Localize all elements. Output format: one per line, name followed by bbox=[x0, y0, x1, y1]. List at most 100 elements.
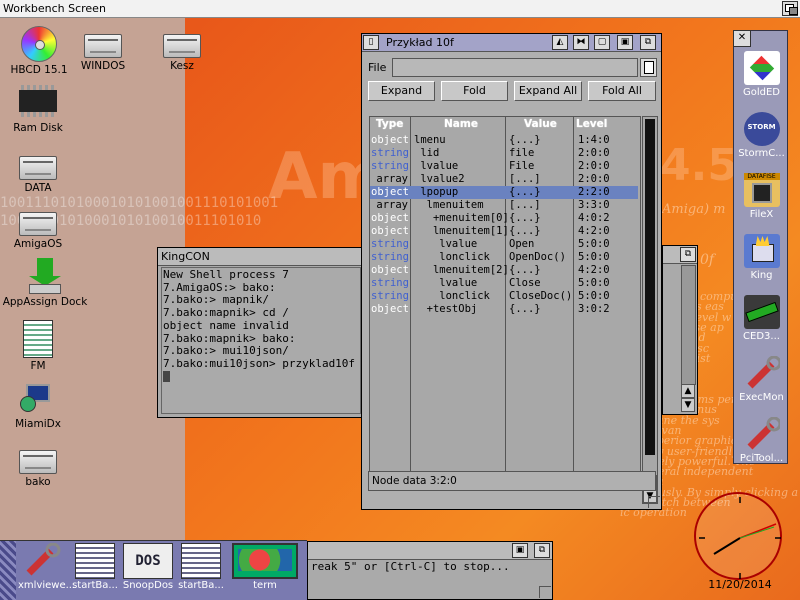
expand-button[interactable]: Expand bbox=[368, 81, 435, 101]
tree-row[interactable]: object lmenuitem[1] {...} 4:2:0 bbox=[370, 225, 638, 238]
taskbar-handle[interactable] bbox=[0, 541, 16, 600]
depth-gadget-icon[interactable]: ⧉ bbox=[640, 35, 656, 50]
tree-row[interactable]: array lmenuitem [...] 3:3:0 bbox=[370, 199, 638, 212]
desktop-icon-appassign-dock[interactable]: AppAssign Dock bbox=[0, 258, 90, 308]
file-path-input[interactable] bbox=[392, 58, 638, 77]
desktop-icon-amigaos[interactable]: AmigaOS bbox=[0, 212, 83, 250]
dock-item[interactable]: GoldED bbox=[734, 51, 789, 98]
tree-row[interactable]: object +menuitem[0] {...} 4:0:2 bbox=[370, 212, 638, 225]
document-list-icon bbox=[75, 543, 115, 579]
tree-row[interactable]: string lvalue File 2:0:0 bbox=[370, 160, 638, 173]
scrollbar-track[interactable] bbox=[681, 265, 696, 385]
row-value: OpenDoc() bbox=[509, 251, 566, 263]
tree-row[interactable]: string lid file 2:0:0 bbox=[370, 147, 638, 160]
column-header-value[interactable]: Value bbox=[524, 118, 557, 130]
row-level: 4:2:0 bbox=[578, 225, 610, 237]
ram-chip-icon bbox=[19, 85, 57, 117]
term-title-bar[interactable]: ▣ ⧉ bbox=[308, 542, 552, 560]
dock-item[interactable]: King bbox=[734, 234, 789, 281]
close-gadget-icon[interactable]: ▯ bbox=[363, 35, 379, 50]
kingcon-window[interactable]: KingCON New Shell process 7 7.AmigaOS:> b… bbox=[157, 247, 365, 418]
dock-item[interactable]: PciTool... bbox=[734, 416, 789, 464]
list-scrollbar[interactable]: ▲ ▼ bbox=[642, 116, 658, 504]
row-level: 5:0:0 bbox=[578, 238, 610, 250]
tree-row[interactable]: object lmenu {...} 1:4:0 bbox=[370, 134, 638, 147]
row-value: File bbox=[509, 160, 535, 172]
fold-button[interactable]: Fold bbox=[441, 81, 508, 101]
clock-date: 11/20/2014 bbox=[708, 578, 772, 591]
row-value: {...} bbox=[509, 186, 541, 198]
dock-item[interactable]: DATAFISE FileX bbox=[734, 173, 789, 220]
filex-icon: DATAFISE bbox=[743, 173, 780, 207]
task-snoopdos[interactable]: DOS SnoopDos bbox=[122, 543, 174, 591]
desktop-icon-bako[interactable]: bako bbox=[0, 450, 83, 488]
task-startbar-2[interactable]: startBa... bbox=[178, 543, 224, 591]
term-window[interactable]: ▣ ⧉ reak 5" or [Ctrl-C] to stop... bbox=[307, 541, 553, 600]
dock-item-label: ExecMon bbox=[739, 392, 784, 403]
scroll-down-icon[interactable]: ▼ bbox=[681, 398, 695, 412]
dock-item[interactable]: CED3... bbox=[734, 295, 789, 342]
zoom-gadget-icon[interactable]: ▣ bbox=[617, 35, 633, 50]
przyklad-title-bar[interactable]: ▯ Przykład 10f ◭ ⧓ ▢ ▣ ⧉ bbox=[362, 34, 661, 52]
snoopdos-logo-icon: DOS bbox=[123, 543, 173, 579]
zoom-gadget-icon[interactable]: ▣ bbox=[512, 543, 528, 558]
task-label: startBa... bbox=[178, 580, 224, 591]
desktop-icon-label: DATA bbox=[24, 182, 52, 194]
tree-row[interactable]: object +testObj {...} 3:0:2 bbox=[370, 303, 638, 316]
row-name: lid bbox=[414, 147, 440, 159]
expand-all-button[interactable]: Expand All bbox=[514, 81, 582, 101]
iconify-gadget-icon[interactable]: ◭ bbox=[552, 35, 568, 50]
przyklad-window[interactable]: ▯ Przykład 10f ◭ ⧓ ▢ ▣ ⧉ File Expand Fol… bbox=[361, 33, 662, 510]
desktop-icon-data[interactable]: DATA bbox=[0, 156, 83, 194]
screen-depth-gadget[interactable] bbox=[782, 1, 798, 16]
task-label: SnoopDos bbox=[122, 580, 174, 591]
fold-all-button[interactable]: Fold All bbox=[588, 81, 656, 101]
desktop-icon-windos[interactable]: WINDOS bbox=[58, 34, 148, 72]
desktop-icon-fm[interactable]: FM bbox=[0, 320, 83, 372]
size-gadget-icon[interactable] bbox=[539, 586, 551, 598]
tree-row[interactable]: object lmenuitem[2] {...} 4:2:0 bbox=[370, 264, 638, 277]
desktop-icon-ram-disk[interactable]: Ram Disk bbox=[0, 85, 83, 134]
shell-output[interactable]: New Shell process 7 7.AmigaOS:> bako: 7.ba… bbox=[161, 267, 361, 414]
dock-item[interactable]: STORM StormC... bbox=[734, 112, 789, 159]
tree-row[interactable]: object lpopup {...} 2:2:0 bbox=[370, 186, 638, 199]
tree-row[interactable]: array lvalue2 [...] 2:0:0 bbox=[370, 173, 638, 186]
row-level: 3:0:2 bbox=[578, 303, 610, 315]
scrollbar-knob[interactable] bbox=[645, 119, 655, 455]
column-header-level[interactable]: Level bbox=[576, 118, 607, 130]
resize-gadget-icon[interactable]: ▢ bbox=[594, 35, 610, 50]
task-startbar-1[interactable]: startBa... bbox=[72, 543, 118, 591]
dock-item-label: FileX bbox=[749, 209, 774, 220]
column-header-type[interactable]: Type bbox=[376, 118, 403, 130]
file-picker-icon[interactable] bbox=[640, 58, 657, 77]
task-term[interactable]: term bbox=[230, 543, 300, 591]
tree-row[interactable]: string lvalue Open 5:0:0 bbox=[370, 238, 638, 251]
background-window-title-bar[interactable]: ⧉ bbox=[663, 246, 697, 264]
row-level: 2:0:0 bbox=[578, 173, 610, 185]
row-name: lmenuitem[2] bbox=[414, 264, 509, 276]
depth-gadget-icon[interactable]: ⧉ bbox=[534, 543, 550, 558]
row-value: CloseDoc() bbox=[509, 290, 573, 302]
task-xmlviewer[interactable]: xmlviewe... bbox=[18, 542, 75, 591]
column-header-name[interactable]: Name bbox=[444, 118, 478, 130]
desktop-icon-miamidx[interactable]: MiamiDx bbox=[0, 382, 83, 430]
ced-icon bbox=[743, 295, 780, 329]
tree-row[interactable]: string lonclick CloseDoc() 5:0:0 bbox=[370, 290, 638, 303]
kingcon-title-bar[interactable]: KingCON bbox=[158, 248, 364, 266]
row-name: lvalue bbox=[414, 238, 478, 250]
tree-row[interactable]: string lonclick OpenDoc() 5:0:0 bbox=[370, 251, 638, 264]
scroll-up-icon[interactable]: ▲ bbox=[681, 384, 695, 398]
row-name: lvalue bbox=[414, 160, 459, 172]
desktop-icon-label: FM bbox=[30, 360, 46, 372]
snapshot-gadget-icon[interactable]: ⧓ bbox=[573, 35, 589, 50]
json-tree-list[interactable]: Type Name Value Level object lmenu {...} 1:… bbox=[369, 116, 641, 486]
row-type: string bbox=[371, 251, 409, 263]
desktop-icon-kesz[interactable]: Kesz bbox=[137, 34, 227, 72]
dock-item[interactable]: ExecMon bbox=[734, 355, 789, 403]
depth-gadget-icon[interactable]: ⧉ bbox=[680, 247, 696, 262]
tree-row[interactable]: string lvalue Close 5:0:0 bbox=[370, 277, 638, 290]
dock-close-icon[interactable]: ✕ bbox=[733, 30, 751, 47]
network-computer-icon bbox=[20, 382, 56, 416]
size-gadget-icon[interactable] bbox=[648, 496, 660, 508]
background-window[interactable]: ⧉ ▲ ▼ bbox=[662, 245, 698, 415]
